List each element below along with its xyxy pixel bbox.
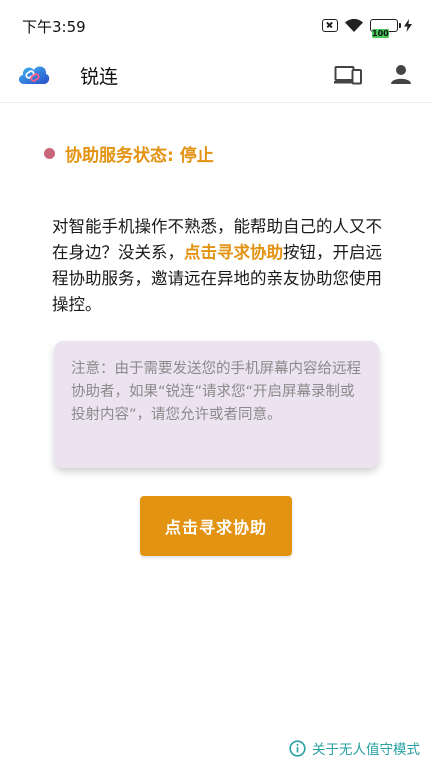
app-title: 锐连 xyxy=(80,66,119,88)
assistance-description: 对智能手机操作不熟悉，能帮助自己的人又不在身边？没关系，点击寻求协助按钮，开启远… xyxy=(52,214,382,318)
screen-share-note: 注意：由于需要发送您的手机屏幕内容给远程协助者，如果“锐连”请求您“开启屏幕录制… xyxy=(54,341,379,468)
status-indicator-dot xyxy=(44,148,55,159)
battery-level: 100 xyxy=(372,28,389,38)
no-sim-icon xyxy=(322,18,338,32)
info-icon xyxy=(289,739,306,757)
service-status-label: 协助服务状态: 停止 xyxy=(65,146,214,166)
description-highlight: 点击寻求协助 xyxy=(184,243,283,262)
account-icon[interactable] xyxy=(387,62,415,88)
wifi-icon xyxy=(345,18,363,32)
screen: 下午3:59 100 锐连 协助服务状态: 停止 对智能手机操作不熟悉，能帮助自… xyxy=(0,0,432,768)
battery-icon: 100 xyxy=(370,18,401,38)
cloud-link-logo-icon xyxy=(18,66,50,84)
service-status: 协助服务状态: 停止 xyxy=(44,141,214,166)
unattended-mode-label: 关于无人值守模式 xyxy=(312,742,420,758)
request-assistance-button[interactable]: 点击寻求协助 xyxy=(140,496,292,556)
status-bar: 下午3:59 100 xyxy=(0,0,432,50)
status-icons: 100 xyxy=(322,17,412,38)
status-time: 下午3:59 xyxy=(22,18,86,36)
unattended-mode-link[interactable]: 关于无人值守模式 xyxy=(289,738,420,758)
devices-icon[interactable] xyxy=(334,62,362,88)
charging-bolt-icon xyxy=(404,18,412,32)
app-bar: 锐连 xyxy=(0,50,432,103)
